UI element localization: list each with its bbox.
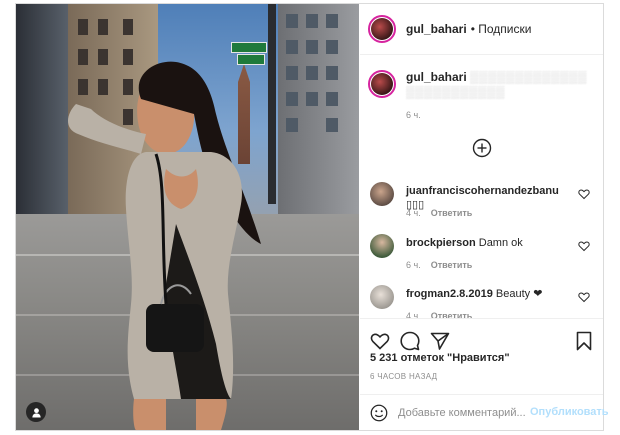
- caption-text-redacted: ▒▒▒▒▒▒▒▒▒▒▒: [406, 85, 506, 99]
- comment-username[interactable]: brockpierson: [406, 237, 476, 249]
- comment-avatar[interactable]: [370, 234, 394, 258]
- share-icon[interactable]: [430, 331, 450, 351]
- heart-icon[interactable]: [578, 291, 590, 303]
- comment-username[interactable]: juanfranciscohernandezbanu: [406, 185, 559, 197]
- user-icon: [31, 407, 41, 418]
- author-username[interactable]: gul_bahari: [406, 22, 467, 36]
- comment-username[interactable]: frogman2.8.2019: [406, 288, 493, 300]
- heart-icon[interactable]: [578, 240, 590, 252]
- tagged-users-button[interactable]: [26, 402, 46, 422]
- caption-username[interactable]: gul_bahari: [406, 70, 467, 84]
- post-sidebar: gul_bahari • Подписки gul_bahari ▒▒▒▒▒▒▒…: [360, 4, 609, 431]
- heart-icon[interactable]: [578, 188, 590, 200]
- caption-time: 6 ч.: [406, 110, 421, 120]
- reply-button[interactable]: Ответить: [431, 208, 473, 218]
- post-photo[interactable]: [16, 4, 359, 430]
- person-figure: [68, 61, 261, 430]
- caption-text-redacted: ▒▒▒▒▒▒▒▒▒▒▒▒▒: [470, 70, 588, 84]
- comment-avatar[interactable]: [370, 182, 394, 206]
- post-timestamp: 6 ЧАСОВ НАЗАД: [370, 372, 438, 381]
- likes-count[interactable]: 5 231 отметок "Нравится": [370, 352, 510, 364]
- comment-icon[interactable]: [400, 331, 420, 351]
- heart-icon[interactable]: [370, 331, 390, 351]
- comment-avatar[interactable]: [370, 285, 394, 309]
- add-comment-bar: Опубликовать: [360, 394, 609, 431]
- publish-button[interactable]: Опубликовать: [530, 406, 609, 418]
- post-header: gul_bahari • Подписки: [360, 4, 603, 55]
- comment-item: juanfranciscohernandezbanu ▯▯▯ 4 ч. Ответ…: [360, 180, 603, 228]
- comment-time: 4 ч.: [406, 208, 421, 218]
- plus-circle-icon[interactable]: [472, 138, 492, 158]
- comment-item: brockpierson Damn ok 6 ч. Ответить: [360, 232, 603, 280]
- post-card: gul_bahari • Подписки gul_bahari ▒▒▒▒▒▒▒…: [15, 3, 609, 431]
- bookmark-icon[interactable]: [574, 331, 594, 351]
- comment-text: Beauty ❤: [495, 288, 543, 300]
- comment-time: 6 ч.: [406, 260, 421, 270]
- comment-text: Damn ok: [478, 237, 523, 249]
- caption-avatar[interactable]: [368, 70, 396, 98]
- reply-button[interactable]: Ответить: [431, 260, 473, 270]
- caption: gul_bahari ▒▒▒▒▒▒▒▒▒▒▒▒▒ ▒▒▒▒▒▒▒▒▒▒▒ 6 ч…: [368, 70, 596, 120]
- smile-icon[interactable]: [370, 404, 388, 422]
- following-status[interactable]: • Подписки: [471, 22, 532, 36]
- comment-input[interactable]: [398, 404, 526, 422]
- author-avatar[interactable]: [368, 15, 396, 43]
